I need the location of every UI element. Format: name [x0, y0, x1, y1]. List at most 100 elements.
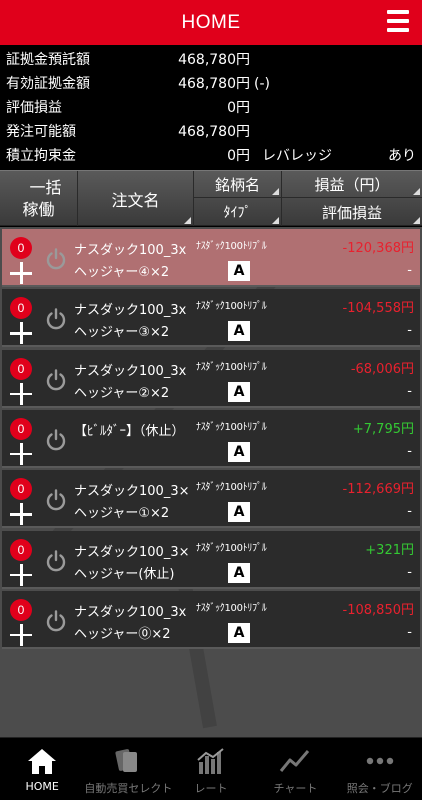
plus-icon[interactable] [10, 262, 32, 284]
pnl-value: -68,006円 [350, 361, 414, 377]
eval-value: - [407, 443, 412, 459]
plus-icon[interactable] [10, 322, 32, 345]
plus-icon[interactable] [10, 503, 32, 526]
pnl-value: -104,558円 [342, 301, 414, 317]
summary-extra: (-) [254, 76, 270, 92]
summary-value: 468,780円 [178, 76, 250, 92]
order-name-line2: ヘッジャー(休止) [74, 566, 175, 582]
eval-value: - [407, 624, 412, 640]
power-icon[interactable] [44, 368, 68, 392]
summary-value: 0円 [227, 148, 250, 164]
tab-chart[interactable]: チャート [253, 738, 337, 800]
order-name-line1: ナスダック100_3× [74, 544, 190, 560]
order-name-line2: ヘッジャー②×2 [74, 385, 170, 401]
sort-eval[interactable]: 評価損益 [282, 198, 422, 226]
power-icon[interactable] [44, 307, 68, 331]
tab-home[interactable]: HOME [0, 738, 84, 800]
summary-label: 証拠金預託額 [6, 52, 90, 68]
position-count-badge: 0 [10, 297, 32, 320]
sort-type[interactable]: ﾀｲﾌﾟ [194, 198, 282, 226]
bulk-label-line1: 一括 [29, 177, 62, 197]
eval-value: - [407, 383, 412, 399]
bulk-label-line2: 稼働 [22, 199, 55, 219]
order-name-line1: ナスダック100_3× [74, 484, 190, 500]
more-dots-icon [366, 757, 393, 765]
order-name-line2: ヘッジャー①×2 [74, 506, 170, 522]
position-count-badge: 0 [10, 478, 32, 501]
order-name-line1: 【ﾋﾞﾙﾀﾞｰ】（休止） [74, 423, 185, 439]
summary-row: 発注可能額 468,780円 [0, 120, 422, 144]
order-row[interactable]: 0 【ﾋﾞﾙﾀﾞｰ】（休止） ﾅｽﾀﾞｯｸ100ﾄﾘﾌﾟﾙ A +7,795円 - [2, 409, 420, 468]
summary-value: 468,780円 [178, 124, 250, 140]
type-badge: A [228, 502, 250, 523]
order-row[interactable]: 0 ナスダック100_3x ヘッジャー⓪×2 ﾅｽﾀﾞｯｸ100ﾄﾘﾌﾟﾙ A -108,… [2, 590, 420, 649]
order-row[interactable]: 0 ナスダック100_3x ヘッジャー④×2 ﾅｽﾀﾞｯｸ100ﾄﾘﾌﾟﾙ A -120,… [2, 229, 420, 287]
order-name-line1: ナスダック100_3x [74, 303, 187, 319]
type-badge: A [228, 562, 250, 583]
position-count-badge: 0 [10, 598, 32, 621]
power-icon[interactable] [44, 549, 68, 573]
tab-rate[interactable]: レート [169, 738, 253, 800]
sort-order-name[interactable]: 注文名 [78, 171, 194, 226]
sort-indicator-icon [413, 188, 420, 195]
power-icon[interactable] [44, 428, 68, 452]
tab-label: レート [194, 782, 228, 795]
power-icon[interactable] [44, 247, 68, 271]
order-name-line2: ヘッジャー④×2 [74, 265, 170, 280]
plus-icon[interactable] [10, 623, 32, 646]
eval-value: - [407, 564, 412, 580]
order-row[interactable]: 0 ナスダック100_3x ヘッジャー③×2 ﾅｽﾀﾞｯｸ100ﾄﾘﾌﾟﾙ A -104,… [2, 289, 420, 348]
summary-row: 有効証拠金額 468,780円 (-) [0, 72, 422, 96]
tab-inquiry-blog[interactable]: 照会・ブログ [338, 738, 422, 800]
position-count-badge: 0 [10, 237, 32, 259]
bulk-activate-header[interactable]: 一括 稼働 [0, 171, 78, 226]
pnl-value: -108,850円 [342, 602, 414, 618]
order-name-line2: ヘッジャー③×2 [74, 325, 170, 341]
plus-icon[interactable] [10, 442, 32, 465]
summary-row: 証拠金預託額 468,780円 [0, 48, 422, 72]
pnl-value: +321円 [365, 542, 414, 558]
sort-brand[interactable]: 銘柄名 [194, 171, 282, 198]
hamburger-menu-icon[interactable] [386, 10, 410, 34]
brand-name: ﾅｽﾀﾞｯｸ100ﾄﾘﾌﾟﾙ [196, 241, 267, 252]
sort-pnl[interactable]: 損益（円） [282, 171, 422, 198]
brand-name: ﾅｽﾀﾞｯｸ100ﾄﾘﾌﾟﾙ [196, 482, 267, 494]
leverage-value: あり [388, 148, 416, 164]
home-icon [28, 749, 57, 774]
summary-label: 発注可能額 [6, 124, 76, 140]
eval-value: - [407, 263, 412, 278]
sort-indicator-icon [413, 217, 420, 224]
order-name-line2: ヘッジャー⓪×2 [74, 626, 171, 642]
eval-value: - [407, 504, 412, 520]
type-badge: A [228, 622, 250, 643]
order-row[interactable]: 0 ナスダック100_3× ヘッジャー(休止) ﾅｽﾀﾞｯｸ100ﾄﾘﾌﾟﾙ A +321… [2, 530, 420, 589]
order-row[interactable]: 0 ナスダック100_3x ヘッジャー②×2 ﾅｽﾀﾞｯｸ100ﾄﾘﾌﾟﾙ A -68,0… [2, 349, 420, 408]
order-row[interactable]: 0 ナスダック100_3× ヘッジャー①×2 ﾅｽﾀﾞｯｸ100ﾄﾘﾌﾟﾙ A -112,… [2, 470, 420, 529]
summary-value: 0円 [227, 100, 250, 116]
sort-indicator-icon [184, 217, 191, 224]
type-badge: A [228, 261, 250, 281]
summary-value: 468,780円 [178, 52, 250, 68]
summary-label: 積立拘束金 [6, 148, 76, 164]
summary-label: 有効証拠金額 [6, 76, 90, 92]
app-header: HOME [0, 0, 422, 45]
brand-name: ﾅｽﾀﾞｯｸ100ﾄﾘﾌﾟﾙ [196, 602, 267, 614]
plus-icon[interactable] [10, 563, 32, 586]
power-icon[interactable] [44, 488, 68, 512]
plus-icon[interactable] [10, 382, 32, 405]
column-header: 一括 稼働 注文名 銘柄名 ﾀｲﾌﾟ 損益（円） 評価損益 [0, 170, 422, 226]
order-name-header: 注文名 [111, 190, 160, 210]
brand-name: ﾅｽﾀﾞｯｸ100ﾄﾘﾌﾟﾙ [196, 542, 267, 554]
summary-label: 評価損益 [6, 100, 62, 116]
eval-value: - [407, 323, 412, 339]
type-badge: A [228, 321, 250, 342]
page-title: HOME [181, 11, 241, 33]
tab-label: HOME [25, 780, 59, 793]
position-count-badge: 0 [10, 417, 32, 440]
brand-name: ﾅｽﾀﾞｯｸ100ﾄﾘﾌﾟﾙ [196, 421, 267, 433]
type-header: ﾀｲﾌﾟ [223, 205, 252, 221]
power-icon[interactable] [44, 609, 68, 633]
tab-auto-select[interactable]: 自動売買セレクト [84, 738, 172, 800]
pnl-value: -120,368円 [342, 241, 414, 256]
account-summary: 証拠金預託額 468,780円 有効証拠金額 468,780円 (-) 評価損益… [0, 46, 422, 170]
